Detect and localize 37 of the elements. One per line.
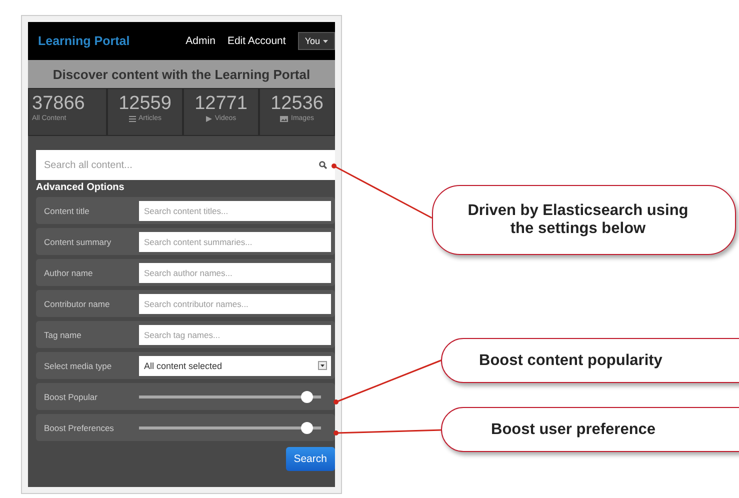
option-label: Contributor name (44, 298, 111, 308)
list-icon (128, 116, 136, 122)
caret-icon (323, 40, 328, 42)
input-field[interactable]: Search content summaries... (139, 232, 331, 252)
input-field[interactable]: Search contributor names... (139, 294, 331, 314)
stat-count: 12559 (118, 93, 172, 114)
option-label: Tag name (44, 330, 82, 340)
input-field[interactable]: Search content titles... (139, 200, 331, 220)
stat-count: 12771 (194, 93, 248, 114)
callout-bubble: Boost content popularity (441, 338, 739, 383)
section-heading: Advanced Options (36, 182, 126, 193)
image-icon (280, 116, 288, 122)
search-field[interactable]: Search all content... (36, 150, 335, 180)
option-label: Author name (44, 268, 94, 278)
search-icon (319, 161, 327, 169)
brand-link[interactable]: Learning Portal (38, 34, 130, 48)
play-icon (206, 116, 212, 122)
select-field[interactable]: All content selected (139, 356, 331, 376)
dropdown-icon (318, 361, 327, 370)
option-label: Boost Preferences (44, 422, 115, 432)
user-menu-button[interactable]: You (298, 32, 335, 50)
option-label: Boost Popular (44, 392, 98, 402)
option-label: Content summary (44, 236, 112, 246)
nav-link[interactable]: Admin (186, 35, 216, 47)
stat-count: 12536 (270, 93, 324, 115)
callout-bubble: Driven by Elasticsearch using the settings below (432, 185, 736, 255)
slider-thumb[interactable] (300, 390, 312, 402)
search-button[interactable]: Search (286, 447, 335, 471)
banner-heading: Discover content with the Learning Portal (28, 60, 335, 88)
slider-thumb[interactable] (300, 422, 312, 434)
callout-bubble: Boost user preference (441, 407, 739, 452)
nav-link[interactable]: Edit Account (227, 35, 286, 47)
option-label: Select media type (44, 360, 113, 370)
input-field[interactable]: Search tag names... (139, 324, 331, 344)
stat-count: 37866 (32, 93, 85, 114)
input-field[interactable]: Search author names... (139, 262, 331, 282)
option-label: Content title (44, 206, 90, 216)
